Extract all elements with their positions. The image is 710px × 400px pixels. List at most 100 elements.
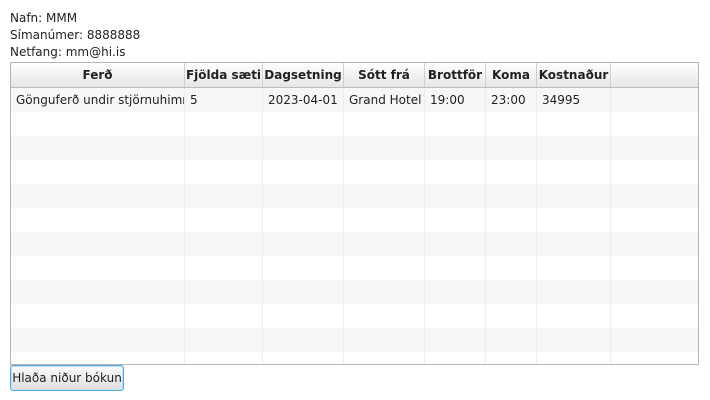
empty-cell <box>537 184 611 208</box>
empty-cell <box>611 160 698 184</box>
empty-cell <box>486 232 537 256</box>
empty-cell <box>425 328 486 352</box>
empty-cell <box>486 208 537 232</box>
empty-table-row <box>11 136 698 160</box>
empty-cell <box>263 352 344 364</box>
empty-cell <box>11 208 185 232</box>
empty-cell <box>185 304 263 328</box>
empty-cell <box>11 328 185 352</box>
column-header-date[interactable]: Dagsetning <box>263 63 344 87</box>
empty-cell <box>537 232 611 256</box>
column-header-trip[interactable]: Ferð <box>11 63 185 87</box>
customer-email: Netfang: mm@hi.is <box>10 45 126 59</box>
empty-cell <box>611 232 698 256</box>
empty-cell <box>611 208 698 232</box>
empty-cell <box>611 328 698 352</box>
empty-table-row <box>11 280 698 304</box>
empty-table-row <box>11 208 698 232</box>
cell-trip: Gönguferð undir stjörnuhimni <box>11 88 185 112</box>
empty-cell <box>425 232 486 256</box>
empty-cell <box>185 160 263 184</box>
cell-filler <box>611 88 698 112</box>
empty-cell <box>185 256 263 280</box>
cell-date: 2023-04-01 <box>263 88 344 112</box>
empty-cell <box>344 208 425 232</box>
table-header: Ferð Fjölda sæti Dagsetning Sótt frá Bro… <box>11 63 698 88</box>
empty-cell <box>537 304 611 328</box>
empty-cell <box>344 328 425 352</box>
empty-table-row <box>11 112 698 136</box>
empty-table-row <box>11 304 698 328</box>
empty-cell <box>263 328 344 352</box>
empty-cell <box>344 136 425 160</box>
empty-cell <box>263 160 344 184</box>
empty-table-row <box>11 160 698 184</box>
column-header-pickup[interactable]: Sótt frá <box>344 63 425 87</box>
empty-cell <box>11 136 185 160</box>
empty-cell <box>344 232 425 256</box>
empty-cell <box>425 280 486 304</box>
empty-cell <box>344 280 425 304</box>
empty-cell <box>537 208 611 232</box>
empty-cell <box>425 256 486 280</box>
empty-cell <box>263 304 344 328</box>
empty-cell <box>611 112 698 136</box>
table-row[interactable]: Gönguferð undir stjörnuhimni 5 2023-04-0… <box>11 88 698 112</box>
empty-cell <box>537 328 611 352</box>
empty-cell <box>486 184 537 208</box>
empty-cell <box>11 160 185 184</box>
column-header-arrival[interactable]: Koma <box>486 63 537 87</box>
empty-cell <box>344 352 425 364</box>
empty-cell <box>11 280 185 304</box>
empty-cell <box>425 304 486 328</box>
empty-cell <box>425 112 486 136</box>
empty-cell <box>486 280 537 304</box>
empty-table-row <box>11 256 698 280</box>
empty-cell <box>611 184 698 208</box>
empty-cell <box>11 232 185 256</box>
customer-phone: Símanúmer: 8888888 <box>10 28 141 42</box>
empty-cell <box>185 352 263 364</box>
empty-cell <box>11 112 185 136</box>
empty-cell <box>263 232 344 256</box>
empty-table-row <box>11 352 698 364</box>
empty-table-row <box>11 328 698 352</box>
empty-cell <box>611 136 698 160</box>
empty-table-row <box>11 184 698 208</box>
empty-cell <box>537 136 611 160</box>
booking-table[interactable]: Ferð Fjölda sæti Dagsetning Sótt frá Bro… <box>10 62 699 365</box>
empty-cell <box>11 256 185 280</box>
cell-cost: 34995 <box>537 88 611 112</box>
customer-name: Nafn: MMM <box>10 11 78 25</box>
empty-cell <box>486 160 537 184</box>
empty-cell <box>425 136 486 160</box>
column-header-filler <box>611 63 698 87</box>
empty-cell <box>263 112 344 136</box>
empty-cell <box>611 352 698 364</box>
empty-cell <box>185 232 263 256</box>
empty-cell <box>537 256 611 280</box>
empty-cell <box>263 184 344 208</box>
download-booking-button[interactable]: Hlaða niður bókun <box>10 365 124 391</box>
empty-cell <box>611 256 698 280</box>
empty-cell <box>263 208 344 232</box>
empty-cell <box>263 256 344 280</box>
empty-cell <box>425 184 486 208</box>
empty-cell <box>344 256 425 280</box>
empty-cell <box>263 136 344 160</box>
empty-cell <box>486 328 537 352</box>
empty-table-row <box>11 232 698 256</box>
empty-cell <box>344 304 425 328</box>
cell-departure: 19:00 <box>425 88 486 112</box>
empty-cell <box>425 160 486 184</box>
empty-cell <box>185 184 263 208</box>
column-header-cost[interactable]: Kostnaður <box>537 63 611 87</box>
column-header-departure[interactable]: Brottför <box>425 63 486 87</box>
empty-cell <box>537 280 611 304</box>
empty-cell <box>611 304 698 328</box>
column-header-seats[interactable]: Fjölda sæti <box>185 63 263 87</box>
empty-cell <box>344 184 425 208</box>
empty-cell <box>486 256 537 280</box>
empty-cell <box>486 112 537 136</box>
empty-cell <box>11 352 185 364</box>
